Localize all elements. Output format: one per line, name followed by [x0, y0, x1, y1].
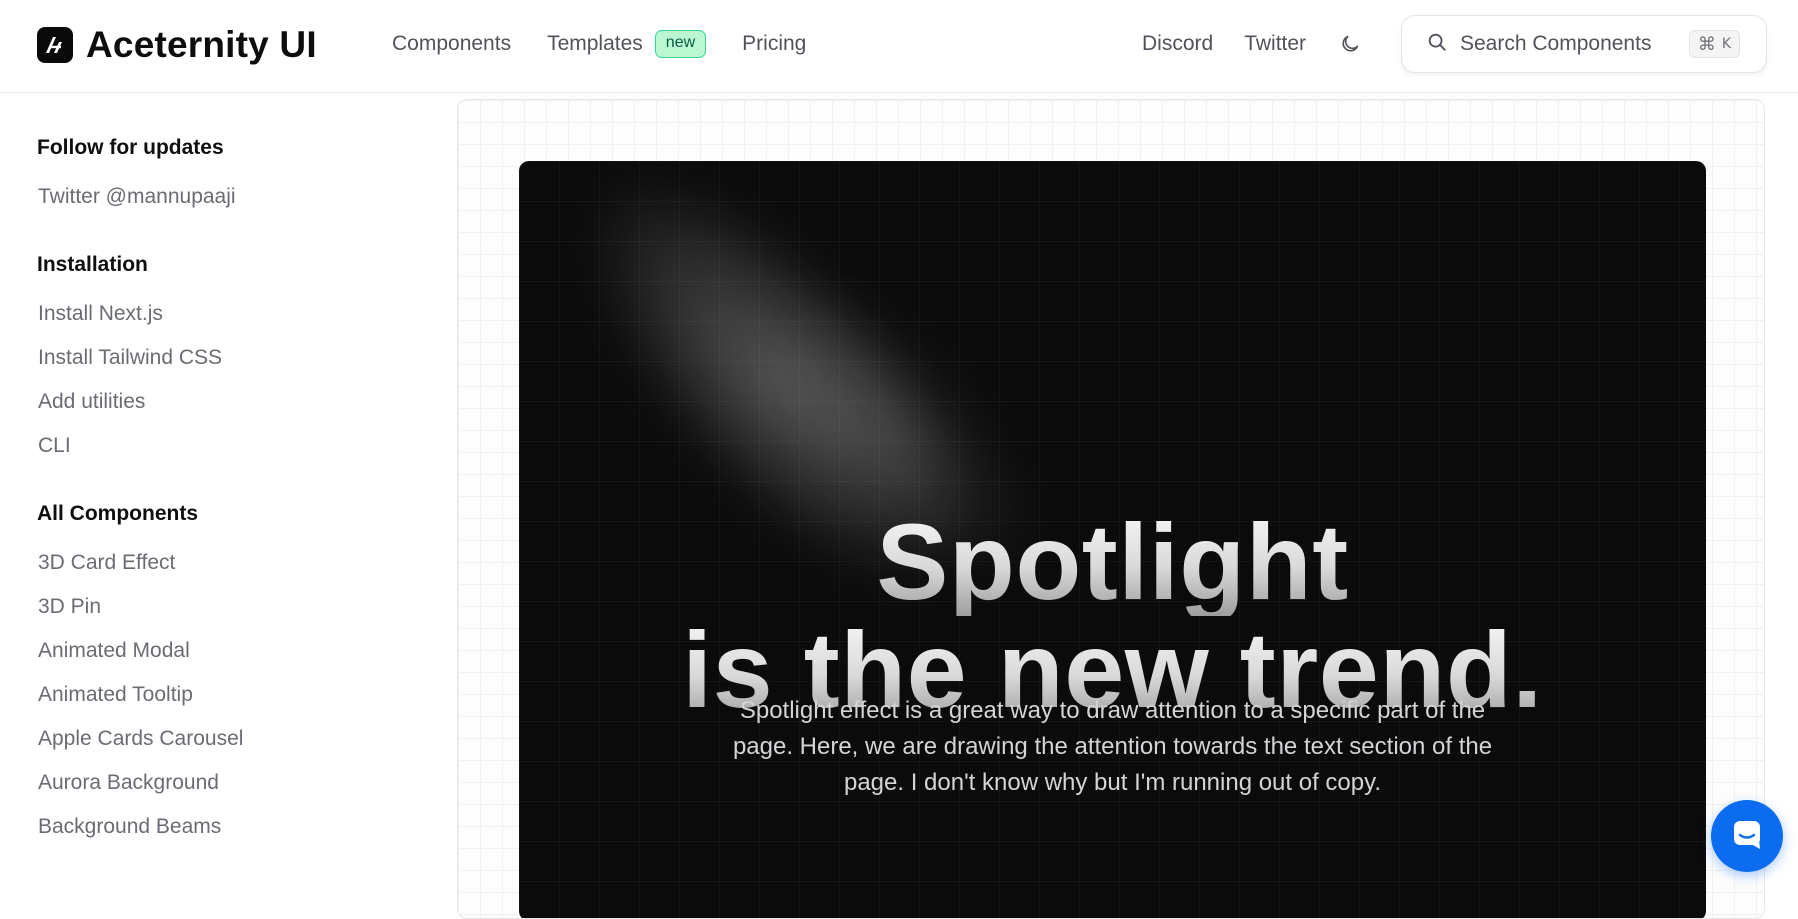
right-nav: Discord Twitter [1142, 0, 1393, 88]
sidebar-item-install-tailwind[interactable]: Install Tailwind CSS [38, 346, 222, 370]
nav-templates-label: Templates [547, 32, 643, 55]
search-icon [1426, 31, 1448, 58]
components-section-title: All Components [37, 502, 198, 525]
sidebar-item-3d-pin[interactable]: 3D Pin [38, 595, 101, 619]
spotlight-description: Spotlight effect is a great way to draw … [732, 697, 1493, 796]
sidebar-item-3d-card-effect[interactable]: 3D Card Effect [38, 551, 175, 575]
search-shortcut: ⌘ K [1688, 30, 1740, 58]
nav-discord[interactable]: Discord [1142, 32, 1213, 56]
sidebar-item-aurora-background[interactable]: Aurora Background [38, 771, 219, 795]
search-button[interactable]: Search Components ⌘ K [1401, 15, 1767, 73]
component-preview: Spotlight is the new trend. Spotlight ef… [457, 99, 1765, 919]
sidebar: Follow for updates Twitter @mannupaaji I… [37, 93, 437, 901]
moon-icon[interactable] [1337, 31, 1363, 57]
nav-templates[interactable]: Templates new [547, 30, 707, 58]
aceternity-logo-icon [37, 27, 73, 63]
nav-twitter[interactable]: Twitter [1244, 32, 1306, 56]
nav-components[interactable]: Components [392, 32, 511, 56]
chat-launcher-button[interactable] [1711, 800, 1783, 872]
sidebar-item-background-beams[interactable]: Background Beams [38, 815, 221, 839]
sidebar-item-apple-cards-carousel[interactable]: Apple Cards Carousel [38, 727, 243, 751]
sidebar-item-twitter[interactable]: Twitter @mannupaaji [38, 185, 236, 209]
sidebar-item-animated-tooltip[interactable]: Animated Tooltip [38, 683, 193, 707]
new-badge: new [654, 30, 707, 58]
brand-name: Aceternity UI [86, 24, 317, 65]
headline-line-1: Spotlight [519, 508, 1706, 616]
main-nav: Components Templates new Pricing [392, 0, 842, 88]
sidebar-item-animated-modal[interactable]: Animated Modal [38, 639, 190, 663]
top-header: Aceternity UI Components Templates new P… [0, 0, 1798, 93]
k-key: K [1721, 36, 1731, 52]
brand-link[interactable]: Aceternity UI [37, 24, 317, 66]
sidebar-item-add-utilities[interactable]: Add utilities [38, 390, 145, 414]
search-label: Search Components [1460, 32, 1652, 55]
command-key: ⌘ [1697, 33, 1716, 55]
sidebar-item-cli[interactable]: CLI [38, 434, 71, 458]
spotlight-card: Spotlight is the new trend. Spotlight ef… [519, 161, 1706, 918]
follow-section-title: Follow for updates [37, 136, 224, 159]
installation-section-title: Installation [37, 253, 148, 276]
nav-pricing[interactable]: Pricing [742, 32, 806, 56]
sidebar-item-install-nextjs[interactable]: Install Next.js [38, 302, 163, 326]
chat-icon [1731, 818, 1763, 855]
